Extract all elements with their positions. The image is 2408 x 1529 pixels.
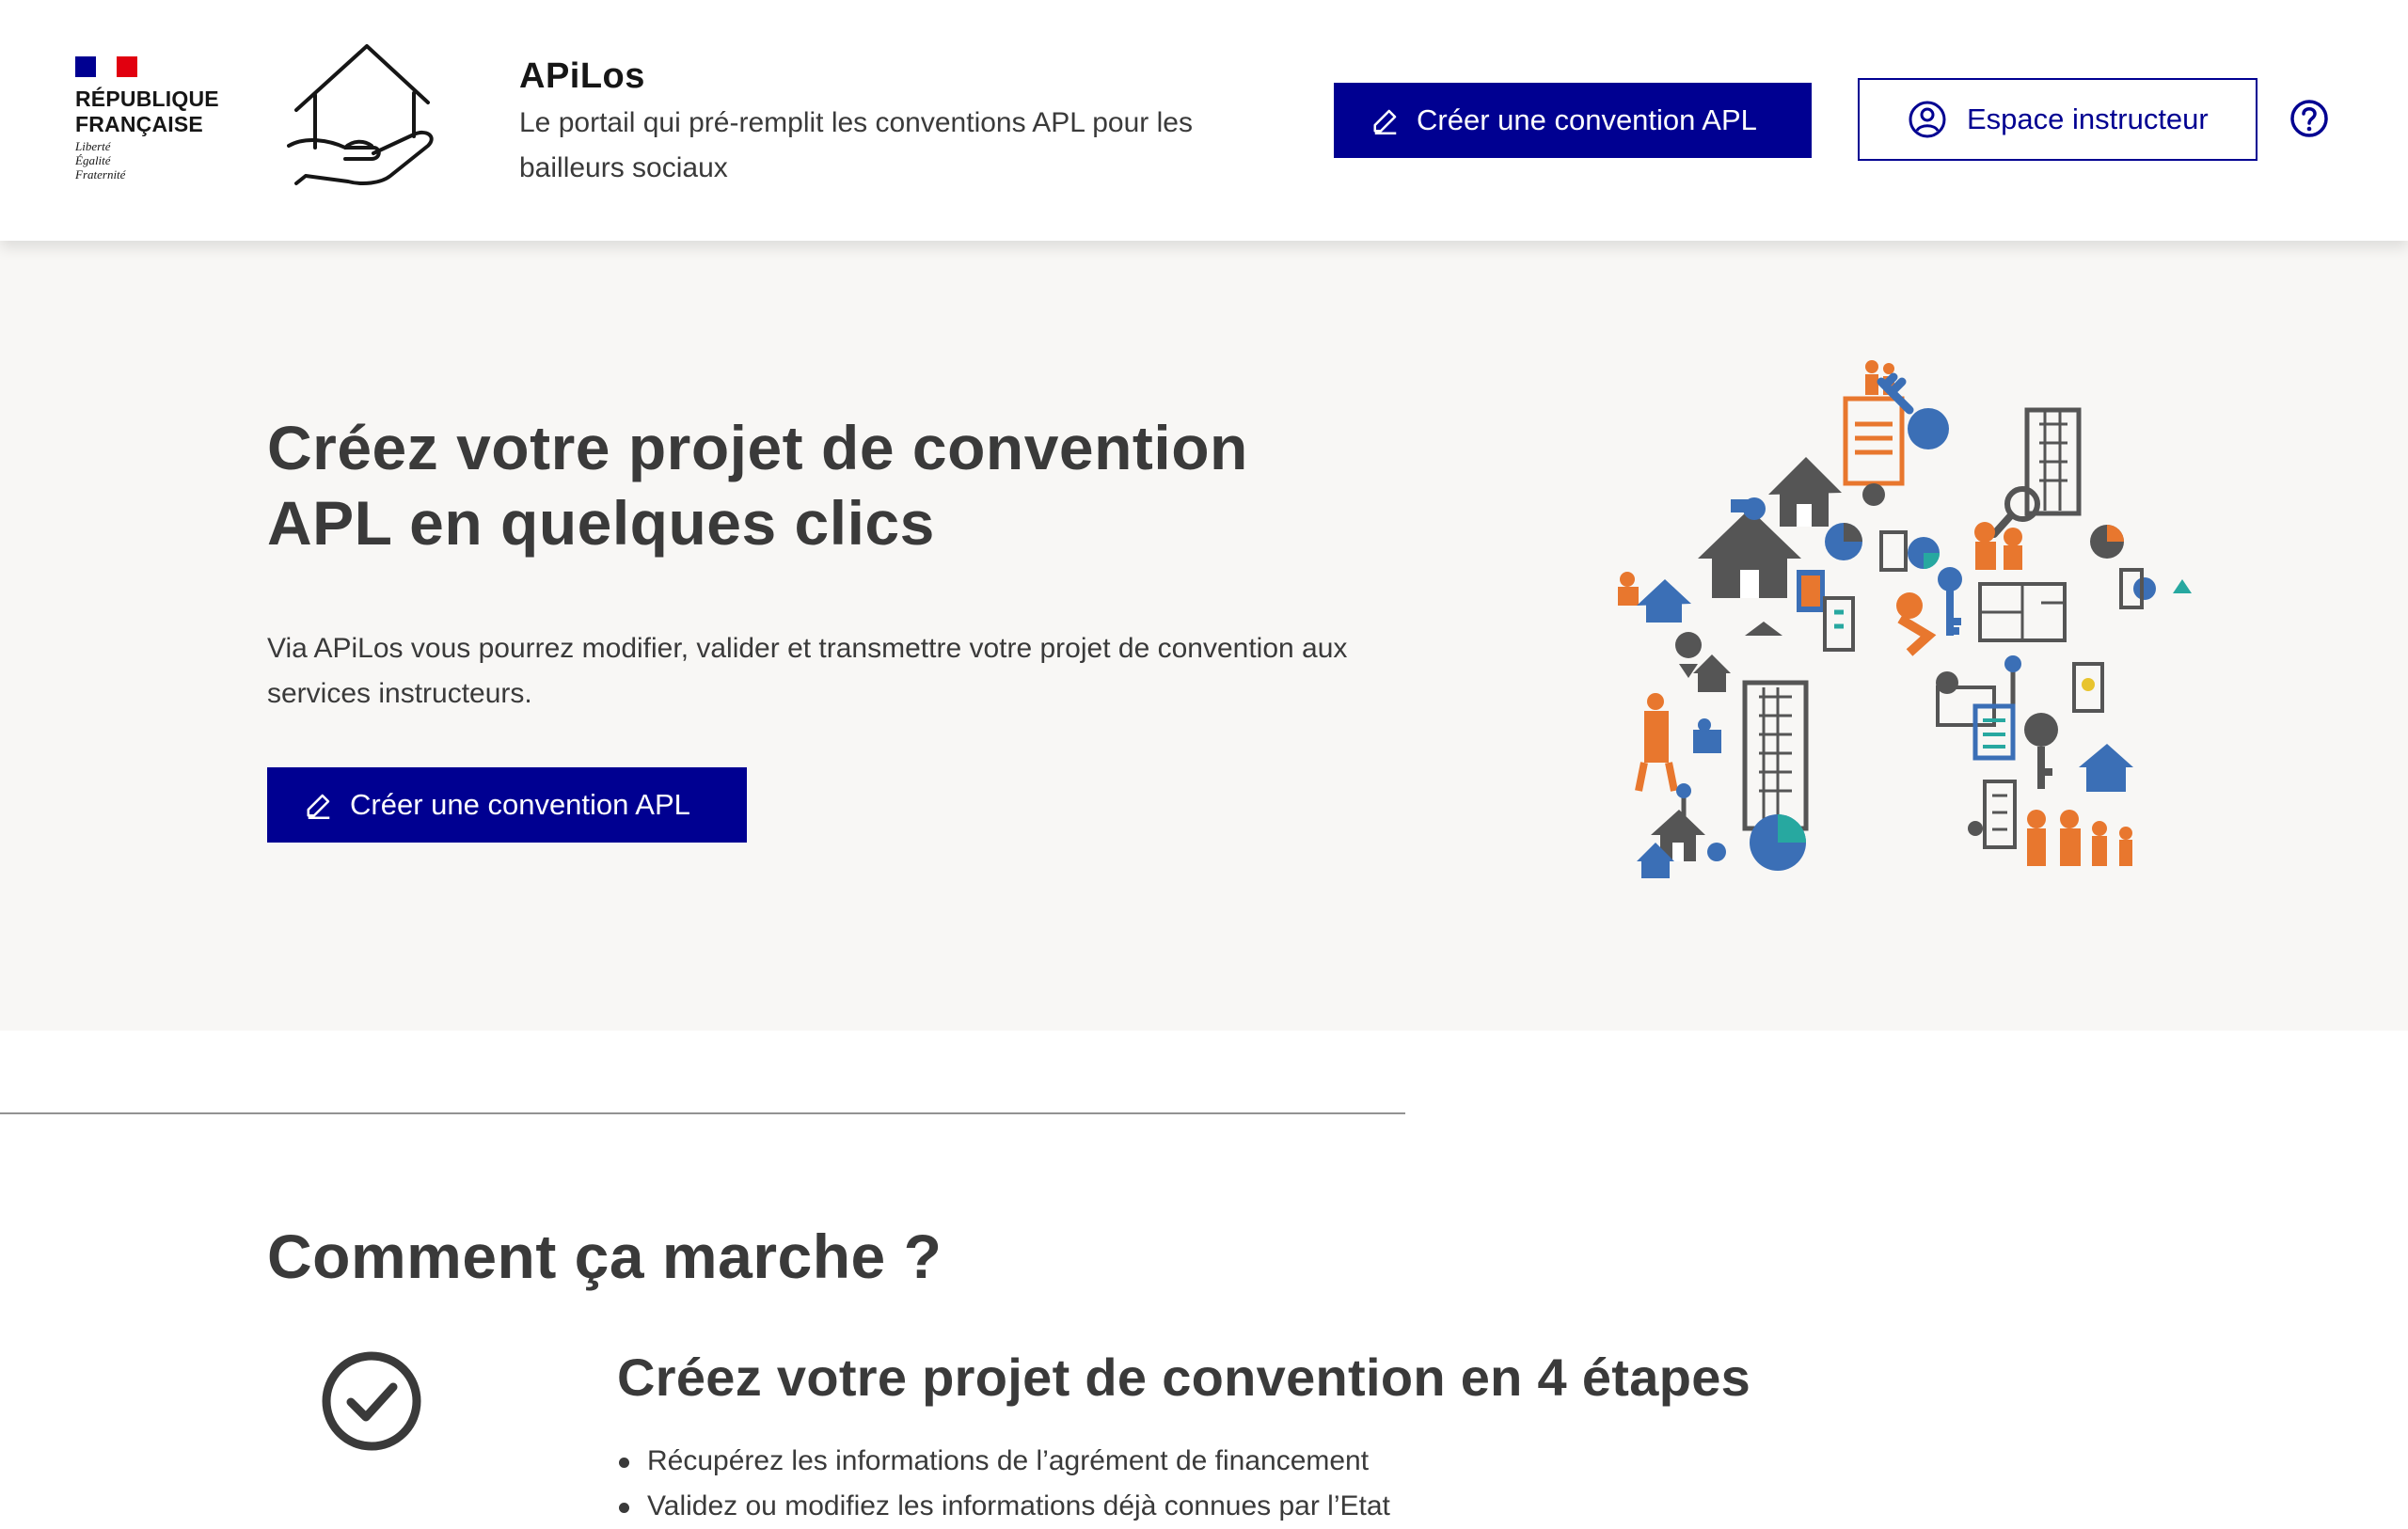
house-icons-mosaic: [1618, 360, 2192, 878]
republique-francaise-logo[interactable]: RÉPUBLIQUE FRANÇAISE Liberté Égalité Fra…: [75, 56, 235, 188]
user-circle-icon: [1909, 101, 1946, 138]
list-item: Récupérez les informations de l’agrément…: [617, 1439, 1390, 1484]
pencil-icon: [307, 794, 330, 819]
header-create-convention-label: Créer une convention APL: [1417, 103, 1757, 136]
section-divider: [0, 1112, 1405, 1114]
republic-motto: Liberté Égalité Fraternité: [75, 139, 126, 181]
service-title[interactable]: APiLos: [519, 56, 645, 97]
site-header: RÉPUBLIQUE FRANÇAISE Liberté Égalité Fra…: [0, 0, 2408, 241]
hero-description: Via APiLos vous pourrez modifier, valide…: [267, 633, 1348, 709]
header-create-convention-button[interactable]: Créer une convention APL: [1334, 83, 1812, 158]
question-circle-icon[interactable]: [2289, 98, 2330, 139]
check-circle-icon: [322, 1351, 421, 1451]
hero-title: Créez votre projet de convention APL en …: [267, 413, 1248, 558]
service-tagline: Le portail qui pré-remplit les conventio…: [519, 107, 1193, 183]
hero-section: Créez votre projet de convention APL en …: [0, 241, 2408, 1031]
republique-francaise-label: RÉPUBLIQUE FRANÇAISE: [75, 87, 219, 136]
steps-title: Créez votre projet de convention en 4 ét…: [617, 1348, 1751, 1407]
how-it-works-title: Comment ça marche ?: [267, 1222, 943, 1291]
instructor-space-button[interactable]: Espace instructeur: [1858, 78, 2258, 161]
pencil-icon: [1373, 109, 1397, 134]
hero-create-convention-button[interactable]: Créer une convention APL: [267, 767, 747, 843]
steps-list: Récupérez les informations de l’agrément…: [617, 1439, 1390, 1529]
instructor-space-label: Espace instructeur: [1967, 102, 2209, 135]
list-item: Validez ou modifiez les informations déj…: [617, 1484, 1390, 1529]
marianne-flag-icon: [75, 56, 137, 77]
house-in-hand-icon[interactable]: [287, 42, 447, 197]
hero-create-convention-label: Créer une convention APL: [350, 788, 690, 821]
